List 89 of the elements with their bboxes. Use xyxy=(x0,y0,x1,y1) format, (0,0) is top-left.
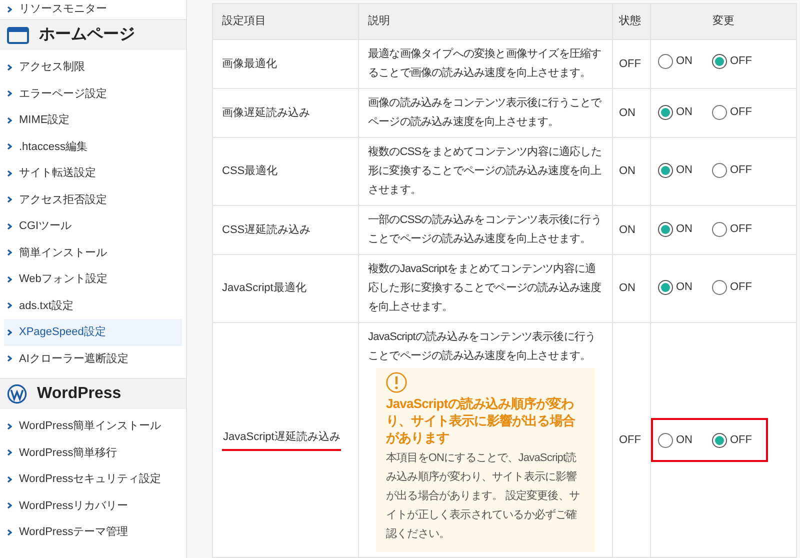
radio-option[interactable]: ON xyxy=(658,279,695,296)
status-text: OFF xyxy=(619,434,641,446)
description-text: 最適な画像タイプへの変換と画像サイズを圧縮することで画像の読み込み速度を向上させます。 xyxy=(368,46,602,81)
radio-option[interactable]: OFF xyxy=(712,104,752,120)
section-title: WordPress xyxy=(37,384,122,404)
sidebar-item[interactable]: XPageSpeed設定 xyxy=(4,319,182,346)
chevron-icon xyxy=(7,64,12,71)
warning-title: JavaScriptの読み込み順序が変わり、サイト表示に影響が出る場合があります xyxy=(386,395,576,446)
radio-option[interactable]: ON xyxy=(658,162,695,179)
chevron-icon xyxy=(7,449,12,456)
sidebar-item[interactable]: アクセス制限 xyxy=(4,54,182,80)
chevron-icon xyxy=(7,476,12,483)
section-title: ホームページ xyxy=(39,25,135,45)
chevron-icon xyxy=(7,143,12,150)
sidebar-item[interactable]: Webフォント設定 xyxy=(4,266,182,292)
chevron-icon xyxy=(7,422,12,430)
wordpress-logo-icon xyxy=(7,384,27,404)
radio-button[interactable] xyxy=(712,222,727,237)
chevron-icon xyxy=(7,116,12,124)
chevron-icon xyxy=(7,528,12,536)
setting-name: JavaScript遅延読み込み xyxy=(222,428,342,452)
radio-button[interactable] xyxy=(658,222,673,237)
radio-option[interactable]: OFF xyxy=(712,279,752,296)
sidebar-item[interactable]: WordPress簡単インストール xyxy=(4,413,182,440)
chevron-icon xyxy=(7,502,12,510)
radio-button[interactable] xyxy=(712,432,727,448)
sidebar-item[interactable]: アクセス拒否設定 xyxy=(4,186,182,213)
radio-option[interactable]: OFF xyxy=(712,53,752,70)
chevron-icon xyxy=(7,355,12,362)
sidebar-item[interactable]: サイト転送設定 xyxy=(4,160,182,186)
radio-option[interactable]: ON xyxy=(658,104,695,120)
setting-name: CSS遅延読み込み xyxy=(222,222,311,238)
column-header: 設定項目 xyxy=(212,4,358,40)
sidebar-item[interactable]: CGIツール xyxy=(4,213,182,240)
column-header: 説明 xyxy=(358,4,612,40)
radio-option[interactable]: ON xyxy=(658,53,695,70)
sidebar-item[interactable]: WordPressリカバリー xyxy=(4,492,182,519)
setting-name: 画像遅延読み込み xyxy=(222,106,310,121)
radio-button[interactable] xyxy=(658,54,673,70)
status-text: OFF xyxy=(619,58,641,70)
radio-option[interactable]: ON xyxy=(658,220,695,238)
radio-button[interactable] xyxy=(712,104,727,120)
chevron-icon xyxy=(7,196,12,204)
radio-button[interactable] xyxy=(712,280,727,296)
radio-button[interactable] xyxy=(658,104,673,120)
sidebar-item[interactable]: .htaccess編集 xyxy=(4,134,182,160)
setting-name: CSS最適化 xyxy=(222,164,278,180)
sidebar-item[interactable]: リソースモニター xyxy=(4,0,182,18)
status-text: ON xyxy=(619,106,636,119)
chevron-icon xyxy=(7,170,12,177)
radio-option[interactable]: ON xyxy=(658,432,695,448)
setting-name: 画像最適化 xyxy=(222,56,277,72)
warning-text: 本項目をONにすることで、JavaScript読み込み順序が変わり、サイト表示に影響が出る場合があります。 設定変更後、サイトが正しく表示されているか必ずご確認ください。 xyxy=(386,451,580,542)
column-header: 状態 xyxy=(612,4,650,40)
description-text: 複数のCSSをまとめてコンテンツ内容に適応した形に変換することでページの読み込み速度を向上させます。 xyxy=(368,144,602,198)
radio-button[interactable] xyxy=(712,54,727,70)
chevron-icon xyxy=(7,6,12,12)
status-text: ON xyxy=(619,165,636,178)
chevron-icon xyxy=(7,276,12,283)
window-icon xyxy=(7,26,29,44)
radio-option[interactable]: OFF xyxy=(712,432,752,448)
sidebar-item[interactable]: 簡単インストール xyxy=(4,240,182,266)
sidebar-item[interactable]: WordPressセキュリティ設定 xyxy=(4,466,182,492)
radio-option[interactable]: OFF xyxy=(712,162,752,179)
status-text: ON xyxy=(619,224,636,236)
chevron-icon xyxy=(7,222,12,230)
description-text: 一部のCSSの読み込みをコンテンツ表示後に行うことでページの読み込み速度を向上させます。 xyxy=(368,212,602,247)
sidebar-item[interactable]: AIクローラー遮断設定 xyxy=(4,346,182,372)
radio-button[interactable] xyxy=(658,432,673,448)
warning-icon xyxy=(386,372,407,393)
radio-option[interactable]: OFF xyxy=(712,220,752,238)
status-text: ON xyxy=(619,282,636,294)
column-header: 変更 xyxy=(650,4,796,40)
description-text: 複数のJavaScriptをまとめてコンテンツ内容に適応した形に変換することでページの読み込み速度を向上させます。 xyxy=(368,262,602,315)
description-text: 画像の読み込みをコンテンツ表示後に行うことでページの読み込み速度を向上させます。 xyxy=(368,96,603,130)
radio-button[interactable] xyxy=(658,163,673,178)
sidebar-item[interactable]: MIME設定 xyxy=(4,107,182,134)
radio-button[interactable] xyxy=(658,280,673,296)
chevron-icon xyxy=(7,328,12,336)
setting-name: JavaScript最適化 xyxy=(222,280,306,296)
radio-button[interactable] xyxy=(712,163,727,178)
description-text: JavaScriptの読み込みをコンテンツ表示後に行うことでページの読み込み速度を向上させます。 xyxy=(368,330,597,364)
sidebar-item[interactable]: WordPress簡単移行 xyxy=(4,440,182,466)
sidebar-item[interactable]: ads.txt設定 xyxy=(4,292,182,319)
sidebar-item[interactable]: WordPressテーマ管理 xyxy=(4,519,182,546)
chevron-icon xyxy=(7,90,12,98)
chevron-icon xyxy=(7,302,12,310)
chevron-icon xyxy=(7,249,12,256)
sidebar-item[interactable]: エラーページ設定 xyxy=(4,80,182,107)
